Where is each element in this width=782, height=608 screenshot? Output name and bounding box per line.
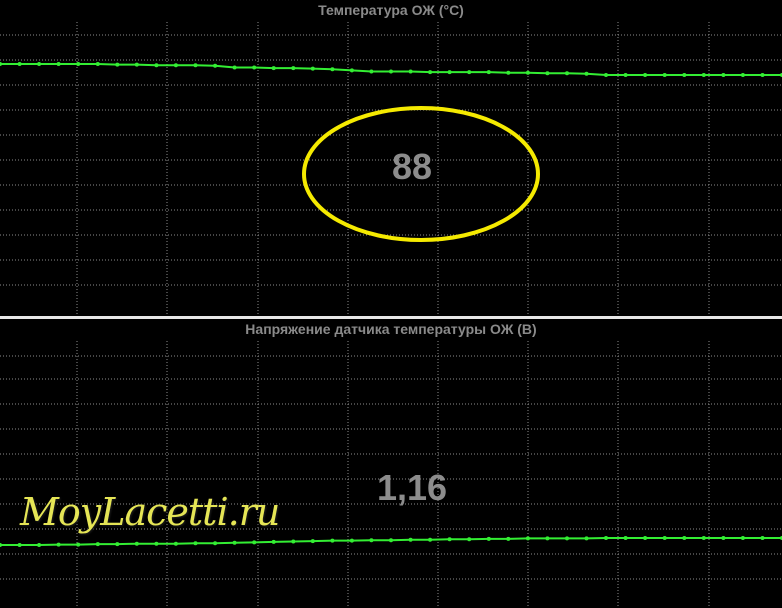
coolant-temperature-point: [369, 69, 374, 74]
coolant-temperature-point: [486, 70, 491, 75]
sensor-voltage-point: [565, 536, 569, 541]
sensor-voltage-point: [193, 541, 198, 546]
coolant-temperature-panel: Температура ОЖ (°C) 88: [0, 0, 782, 316]
sensor-voltage-point: [447, 537, 452, 542]
coolant-temperature-point: [721, 73, 726, 77]
coolant-temperature-point: [623, 73, 628, 77]
coolant-temperature-point: [115, 62, 120, 67]
graph-screen: Температура ОЖ (°C) 88 Напряжение датчик…: [0, 0, 782, 608]
coolant-temperature-point: [467, 70, 472, 75]
coolant-temperature-current-value: 88: [391, 146, 433, 187]
sensor-voltage-point: [721, 536, 726, 540]
sensor-voltage-point: [37, 543, 42, 547]
sensor-voltage-point: [701, 536, 706, 540]
coolant-temperature-point: [330, 67, 335, 72]
coolant-temperature-point: [173, 63, 178, 68]
sensor-voltage-point: [56, 542, 61, 547]
sensor-voltage-point: [291, 539, 296, 544]
coolant-temperature-point: [584, 71, 589, 76]
coolant-temperature-point: [291, 66, 296, 71]
coolant-temperature-point: [506, 70, 511, 75]
sensor-voltage-title: Напряжение датчика температуры ОЖ (В): [245, 321, 537, 337]
sensor-voltage-point: [95, 542, 100, 547]
coolant-temperature-point: [37, 62, 42, 66]
coolant-temperature-point: [76, 62, 81, 66]
sensor-voltage-point: [76, 542, 81, 547]
coolant-temperature-point: [740, 73, 745, 77]
sensor-voltage-point: [604, 536, 608, 540]
site-watermark: MoyLacetti.ru: [20, 490, 280, 534]
sensor-voltage-panel: Напряжение датчика температуры ОЖ (В) 1,…: [0, 319, 782, 608]
sensor-voltage-point: [506, 536, 511, 541]
coolant-temperature-point: [252, 65, 257, 70]
sensor-voltage-point: [467, 537, 472, 542]
coolant-temperature-point: [310, 66, 315, 71]
sensor-voltage-point: [17, 543, 22, 547]
coolant-temperature-point: [643, 73, 648, 77]
coolant-temperature-point: [213, 63, 218, 68]
sensor-voltage-point: [252, 540, 257, 545]
sensor-voltage-point: [232, 540, 237, 545]
coolant-temperature-point: [0, 62, 2, 66]
sensor-voltage-point: [349, 538, 354, 543]
coolant-temperature-point: [662, 73, 667, 77]
coolant-temperature-point: [271, 66, 276, 71]
sensor-voltage-point: [760, 536, 765, 540]
coolant-temperature-title: Температура ОЖ (°C): [318, 2, 464, 18]
sensor-voltage-point: [115, 542, 120, 547]
sensor-voltage-point: [643, 536, 648, 540]
coolant-temperature-point: [95, 62, 100, 66]
sensor-voltage-point: [525, 536, 530, 541]
coolant-temperature-point: [134, 62, 139, 67]
coolant-temperature-point: [232, 65, 237, 70]
sensor-voltage-current-value: 1,16: [376, 467, 448, 508]
sensor-voltage-chart: [0, 341, 782, 608]
sensor-voltage-point: [134, 541, 139, 546]
coolant-temperature-point: [428, 70, 433, 75]
sensor-voltage-point: [662, 536, 667, 540]
coolant-temperature-point: [17, 62, 22, 66]
coolant-temperature-point: [56, 62, 61, 66]
sensor-voltage-point: [408, 537, 413, 542]
coolant-temperature-point: [447, 70, 452, 75]
sensor-voltage-point: [369, 538, 374, 543]
coolant-temperature-point: [349, 68, 354, 73]
coolant-temperature-point: [525, 70, 530, 75]
sensor-voltage-point: [0, 543, 2, 547]
coolant-temperature-point: [545, 71, 550, 76]
sensor-voltage-point: [486, 536, 491, 541]
sensor-voltage-point: [584, 536, 589, 541]
sensor-voltage-point: [173, 541, 178, 546]
coolant-temperature-point: [154, 63, 159, 68]
coolant-temperature-point: [193, 63, 198, 68]
sensor-voltage-point: [428, 537, 433, 542]
sensor-voltage-point: [682, 536, 687, 540]
coolant-temperature-point: [682, 73, 687, 77]
sensor-voltage-point: [271, 539, 276, 544]
coolant-temperature-point: [565, 71, 569, 76]
sensor-voltage-point: [623, 536, 628, 540]
coolant-temperature-point: [604, 73, 608, 77]
sensor-voltage-point: [213, 541, 218, 546]
coolant-temperature-point: [760, 73, 765, 77]
sensor-voltage-point: [310, 539, 315, 544]
sensor-voltage-point: [740, 536, 745, 540]
sensor-voltage-point: [389, 538, 393, 543]
coolant-temperature-point: [408, 69, 413, 74]
sensor-voltage-point: [330, 538, 335, 543]
sensor-voltage-point: [545, 536, 550, 541]
sensor-voltage-point: [154, 541, 159, 546]
coolant-temperature-point: [389, 69, 393, 74]
coolant-temperature-point: [701, 73, 706, 77]
